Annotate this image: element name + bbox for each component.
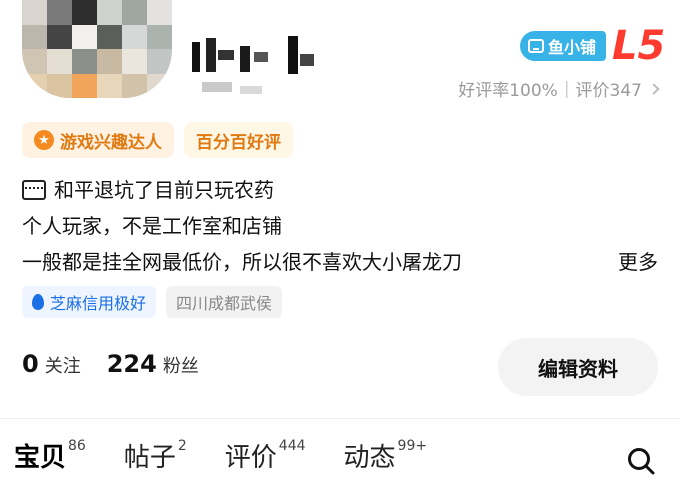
fans-count: 224 — [106, 350, 157, 378]
shop-pill: 鱼小铺 — [520, 31, 607, 61]
tag-label: 百分百好评 — [196, 132, 281, 153]
follow-stats: 0 关注 224 粉丝 — [22, 350, 199, 378]
edit-profile-button[interactable]: 编辑资料 — [498, 338, 658, 396]
following-count: 0 — [22, 350, 39, 378]
shop-icon — [528, 39, 544, 53]
following-label: 关注 — [44, 356, 81, 377]
profile-tabs: 宝贝 86 帖子 2 评价 444 动态 99+ — [14, 432, 427, 484]
rating-summary[interactable]: 好评率100% | 评价347 — [458, 76, 660, 101]
bio-more-link[interactable]: 更多 — [618, 244, 658, 280]
tab-label: 评价 — [224, 443, 277, 473]
good-rate: 好评率100% — [458, 81, 558, 101]
following-stat[interactable]: 0 关注 — [22, 350, 81, 378]
tab-posts[interactable]: 帖子 2 — [124, 432, 187, 484]
tab-count: 444 — [278, 438, 306, 454]
review-count: 评价347 — [575, 81, 642, 101]
sesame-credit-badge[interactable]: 芝麻信用极好 — [22, 286, 157, 318]
bio-text-2: 个人玩家，不是工作室和店铺 — [22, 214, 282, 238]
bio-line-1: 和平退坑了目前只玩农药 — [22, 172, 662, 208]
fans-label: 粉丝 — [162, 356, 199, 377]
rating-separator: | — [563, 78, 570, 99]
shop-level: L5 — [612, 23, 666, 69]
avatar[interactable] — [22, 0, 172, 98]
bio-line-2: 个人玩家，不是工作室和店铺 — [22, 208, 662, 244]
sesame-credit-label: 芝麻信用极好 — [50, 294, 147, 313]
nickname-blurred — [188, 28, 328, 98]
tab-count: 2 — [177, 438, 187, 454]
bio-text-3: 一般都是挂全网最低价，所以很不喜欢大小屠龙刀 — [22, 250, 462, 274]
tag-game-expert[interactable]: ★ 游戏兴趣达人 — [22, 122, 174, 158]
profile-tags: ★ 游戏兴趣达人 百分百好评 — [22, 122, 293, 158]
tab-items[interactable]: 宝贝 86 — [14, 432, 86, 484]
shop-badge-label: 鱼小铺 — [548, 38, 597, 57]
location-label: 四川成都武侯 — [176, 294, 273, 313]
tab-label: 动态 — [343, 443, 396, 473]
tab-label: 宝贝 — [14, 443, 67, 473]
bio: 和平退坑了目前只玩农药 个人玩家，不是工作室和店铺 一般都是挂全网最低价，所以很… — [22, 172, 662, 280]
credit-row: 芝麻信用极好 四川成都武侯 — [22, 286, 283, 318]
location-badge: 四川成都武侯 — [166, 286, 283, 318]
chevron-right-icon — [648, 82, 660, 95]
bio-line-3: 一般都是挂全网最低价，所以很不喜欢大小屠龙刀 — [22, 244, 662, 280]
star-icon: ★ — [34, 130, 54, 150]
tab-count: 99+ — [397, 438, 428, 454]
store-icon — [22, 180, 46, 200]
search-icon[interactable] — [626, 446, 656, 476]
fans-stat[interactable]: 224 粉丝 — [107, 350, 199, 378]
tab-activity[interactable]: 动态 99+ — [344, 432, 428, 484]
tag-label: 游戏兴趣达人 — [60, 132, 162, 153]
shop-level-badge[interactable]: 鱼小铺 L5 — [520, 26, 665, 66]
bio-text-1: 和平退坑了目前只玩农药 — [54, 178, 274, 202]
tab-count: 86 — [68, 438, 86, 454]
flame-icon — [32, 294, 44, 310]
tab-reviews[interactable]: 评价 444 — [225, 432, 306, 484]
tag-good-review[interactable]: 百分百好评 — [184, 122, 293, 158]
divider — [0, 418, 680, 419]
tab-label: 帖子 — [123, 443, 176, 473]
